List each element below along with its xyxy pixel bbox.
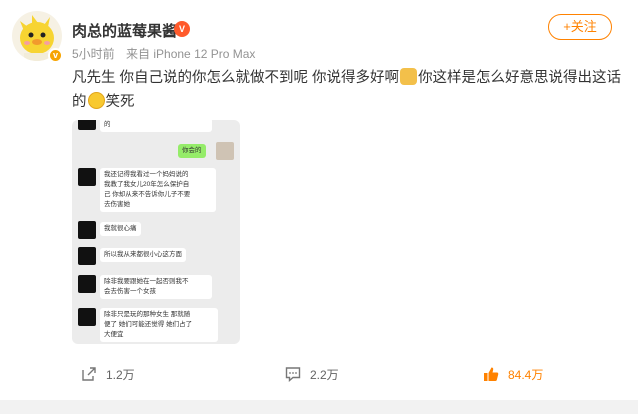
weibo-post-card: v 肉总的蓝莓果酱 V 5小时前 来自 iPhone 12 Pro Max +关… xyxy=(0,0,638,404)
username[interactable]: 肉总的蓝莓果酱 xyxy=(72,20,177,41)
feed-separator xyxy=(0,400,638,414)
chat-message: 所以我从来都很小心这方面 xyxy=(100,248,186,262)
verified-badge-icon: v xyxy=(48,48,63,63)
repost-icon xyxy=(82,367,96,381)
thumbs-up-icon xyxy=(484,367,499,381)
chat-message: 我还记得我看过一个妈妈说的 我教了我女儿20年怎么保护自 己 你却从来不告诉你儿… xyxy=(100,168,216,212)
repost-button[interactable]: 1.2万 xyxy=(80,362,135,386)
chat-reply-bubble: 你会的 xyxy=(178,144,206,158)
post-time[interactable]: 5小时前 xyxy=(72,47,115,61)
chat-avatar xyxy=(78,308,96,326)
post-text-part3: 笑死 xyxy=(105,94,135,110)
post-source: 来自 iPhone 12 Pro Max xyxy=(126,47,256,61)
comment-icon xyxy=(285,367,301,383)
chat-message: 我就很心痛 xyxy=(100,222,141,236)
post-image[interactable]: 的 你会的 我还记得我看过一个妈妈说的 我教了我女儿20年怎么保护自 己 你却从… xyxy=(72,120,240,344)
thumbs-up-emoji-icon xyxy=(400,68,418,85)
chat-message: 除非我要跟她在一起否则我不 会去伤害一个女孩 xyxy=(100,275,212,299)
chat-message: 的 xyxy=(100,120,212,132)
chat-message: 除非只是玩的那种女生 那就随 便了 她们可能还觉得 她们占了 大便宜 xyxy=(100,308,218,342)
chat-avatar xyxy=(78,247,96,265)
cat-avatar-icon xyxy=(216,142,234,160)
vip-badge-icon: V xyxy=(174,21,190,37)
chat-avatar xyxy=(78,168,96,186)
chat-avatar xyxy=(78,120,96,130)
comment-count: 2.2万 xyxy=(310,367,339,382)
post-text: 凡先生 你自己说的你怎么就做不到呢 你说得多好啊 你这样是怎么好意思说得出这话的笑… xyxy=(72,66,622,114)
post-meta: 5小时前 来自 iPhone 12 Pro Max xyxy=(72,45,263,62)
chat-avatar xyxy=(78,275,96,293)
like-button[interactable]: 84.4万 xyxy=(482,362,543,386)
post-text-part1: 凡先生 你自己说的你怎么就做不到呢 你说得多好啊 xyxy=(72,70,400,86)
like-count: 84.4万 xyxy=(508,367,544,382)
follow-button[interactable]: +关注 xyxy=(548,14,612,40)
comment-button[interactable]: 2.2万 xyxy=(284,362,339,386)
repost-count: 1.2万 xyxy=(106,367,135,382)
chat-avatar xyxy=(78,221,96,239)
laughing-emoji-icon xyxy=(87,92,105,109)
action-bar: 1.2万 2.2万 84.4万 xyxy=(0,362,638,386)
